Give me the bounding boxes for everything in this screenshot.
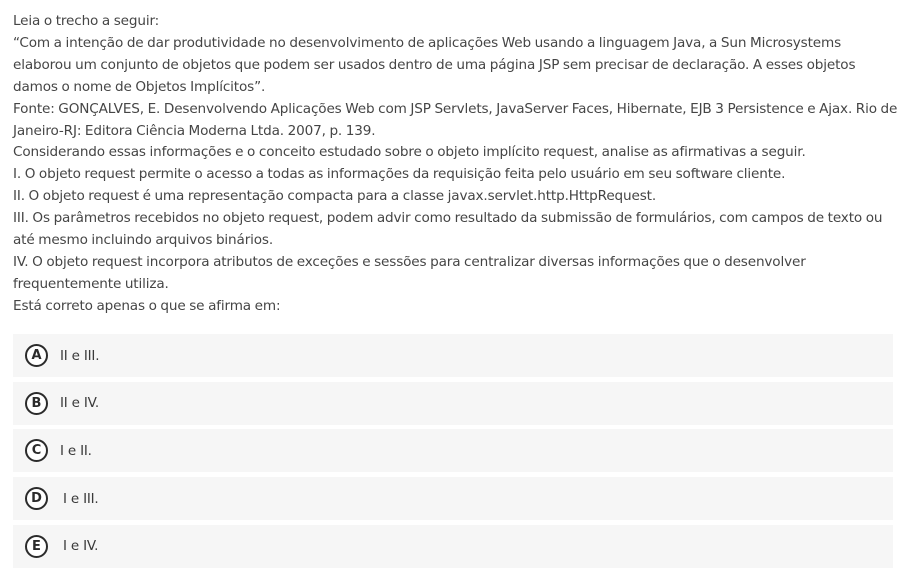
statement-2: II. O objeto request é uma representação… [13, 188, 656, 205]
option-letter-badge: C [25, 439, 48, 462]
option-label: II e IV. [60, 395, 100, 411]
option-label: II e III. [60, 347, 100, 364]
statement-1: I. O objeto request permite o acesso a t… [13, 166, 786, 183]
option-letter-badge: A [25, 344, 48, 367]
option-label: I e III. [63, 490, 99, 507]
option-a[interactable]: A II e III. [13, 334, 893, 377]
option-c[interactable]: C I e II. [13, 429, 893, 472]
statement-4: IV. O objeto request incorpora atributos… [13, 253, 806, 292]
answer-options: A II e III. B II e IV. C I e II. D I e I… [13, 334, 893, 572]
statement-3: III. Os parâmetros recebidos no objeto r… [13, 210, 883, 249]
option-label: I e II. [60, 442, 92, 459]
question-source: Fonte: GONÇALVES, E. Desenvolvendo Aplic… [13, 100, 898, 139]
question-prompt: Considerando essas informações e o conce… [13, 144, 806, 161]
option-label: I e IV. [63, 538, 99, 554]
question-instruction: Está correto apenas o que se afirma em: [13, 297, 281, 314]
option-letter-badge: B [25, 391, 48, 415]
question-quote: “Com a intenção de dar produtividade no … [13, 34, 856, 95]
option-b[interactable]: B II e IV. [13, 381, 893, 425]
option-letter-badge: E [25, 534, 48, 558]
option-e[interactable]: E I e IV. [13, 524, 893, 568]
option-letter-badge: D [25, 487, 48, 510]
question-intro: Leia o trecho a seguir: [13, 13, 160, 29]
option-d[interactable]: D I e III. [13, 477, 893, 520]
question-text: Leia o trecho a seguir: “Com a intenção … [13, 11, 898, 318]
